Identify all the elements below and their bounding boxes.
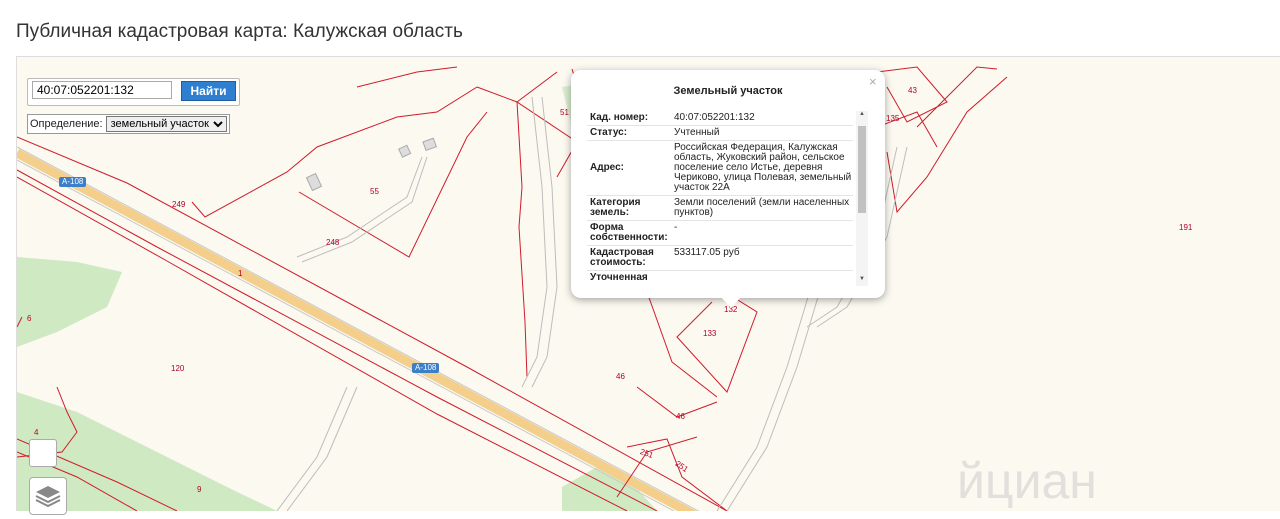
parcel-label: 4	[34, 428, 39, 437]
info-row-address: Адрес: Российская Федерация, Калужская о…	[587, 141, 853, 196]
parcel-label: 1	[238, 269, 243, 278]
building	[398, 144, 412, 158]
parcel-label: 249	[172, 200, 186, 209]
parcel-label: 9	[197, 485, 202, 494]
info-row-category: Категория земель: Земли поселений (земли…	[587, 196, 853, 221]
info-key: Уточненная	[590, 272, 648, 283]
info-row-cad-number: Кад. номер: 40:07:052201:132	[587, 111, 853, 126]
info-key: Категория земель:	[590, 197, 641, 218]
parcel-label: 191	[1179, 223, 1193, 232]
info-value: Земли поселений (земли населенных пункто…	[674, 197, 850, 218]
info-value: -	[674, 222, 678, 233]
layers-button[interactable]	[29, 477, 67, 515]
info-value: 40:07:052201:132	[674, 112, 755, 123]
info-key: Кадастровая стоимость:	[590, 247, 654, 268]
green-area	[17, 257, 122, 347]
building	[305, 172, 323, 192]
page-title: Публичная кадастровая карта: Калужская о…	[16, 21, 463, 42]
layers-icon	[35, 486, 61, 508]
definition-panel: Определение: земельный участок	[27, 114, 230, 134]
info-row-specified: Уточненная	[587, 271, 853, 285]
info-key: Кад. номер:	[590, 112, 649, 123]
info-key: Форма собственности:	[590, 222, 668, 243]
info-value	[674, 271, 853, 285]
info-row-status: Статус: Учтенный	[587, 126, 853, 141]
building	[422, 137, 437, 152]
search-panel: Найти	[27, 78, 240, 106]
info-key: Статус:	[590, 127, 628, 138]
parcel-label: 43	[908, 86, 917, 95]
info-value: 533117.05 руб	[674, 247, 740, 258]
info-value: Российская Федерация, Калужская область,…	[674, 142, 852, 193]
info-key: Адрес:	[590, 162, 624, 173]
parcel-label: 135	[886, 114, 900, 123]
parcel-label: 46	[676, 412, 685, 421]
popup-pointer	[720, 296, 742, 308]
parcel-label: 51	[560, 108, 569, 117]
info-row-cost: Кадастровая стоимость: 533117.05 руб	[587, 246, 853, 271]
parcel-label: 46	[616, 372, 625, 381]
zoom-button[interactable]	[29, 439, 57, 467]
scroll-up-icon[interactable]: ▲	[856, 111, 868, 117]
road-badge: A-108	[412, 363, 440, 373]
parcel-label: 55	[370, 187, 379, 196]
find-button[interactable]: Найти	[181, 81, 236, 101]
scroll-down-icon[interactable]: ▼	[856, 276, 868, 282]
parcel-label: 120	[171, 364, 185, 373]
definition-label: Определение:	[30, 118, 103, 130]
parcel-label: 133	[703, 329, 717, 338]
cadastral-number-input[interactable]	[32, 81, 172, 99]
definition-select[interactable]: земельный участок	[105, 116, 227, 132]
parcel-label: 6	[27, 314, 32, 323]
info-row-ownership: Форма собственности: -	[587, 221, 853, 246]
info-value: Учтенный	[674, 127, 720, 138]
popup-scroll-thumb[interactable]	[858, 126, 866, 213]
road-badge: A-108	[59, 177, 87, 187]
popup-title: Земельный участок	[673, 85, 783, 97]
watermark: йциан	[957, 453, 1097, 509]
parcel-info-table[interactable]: Кад. номер: 40:07:052201:132 Статус: Учт…	[587, 111, 853, 285]
parcel-label: 248	[326, 238, 340, 247]
